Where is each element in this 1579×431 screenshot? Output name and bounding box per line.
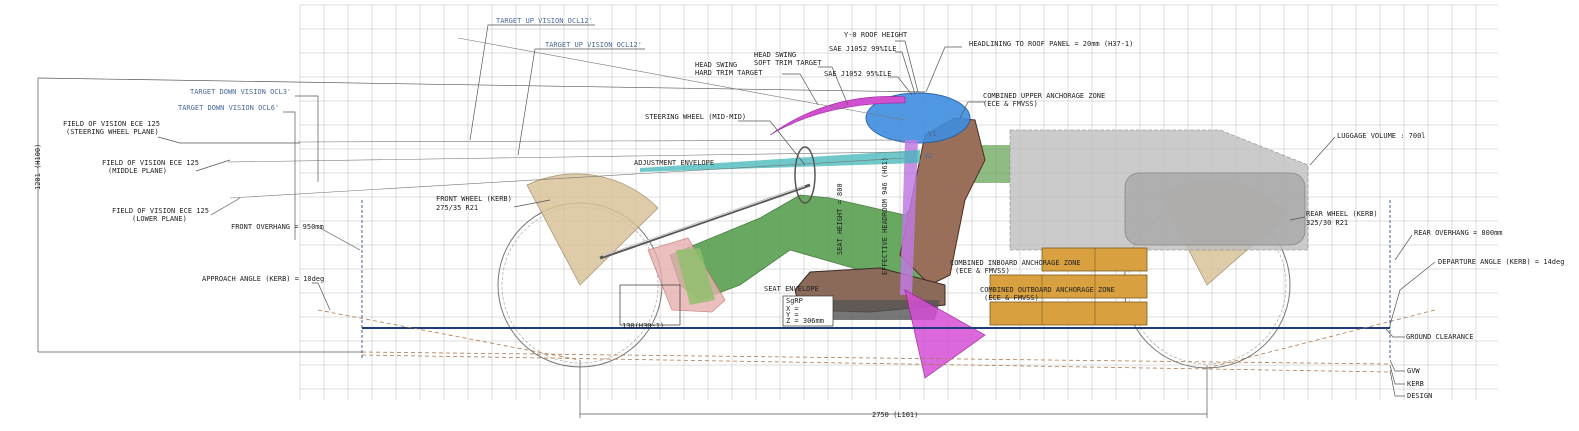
label-head-swing-hard-1: HEAD SWING	[695, 61, 737, 69]
label-front-wheel-1: FRONT WHEEL (KERB)	[436, 195, 512, 203]
label-ground-clearance: GROUND CLEARANCE	[1406, 333, 1473, 341]
vehicle-package-diagram: TARGET UP VISION OCL12' TARGET UP VISION…	[34, 4, 1564, 419]
label-outboard-anchorage-2: (ECE & FMVSS)	[984, 294, 1039, 302]
label-fov-steering-1: FIELD OF VISION ECE 125	[63, 120, 160, 128]
approach-angle-line	[317, 309, 581, 361]
label-design: DESIGN	[1407, 392, 1432, 400]
label-front-overhang: FRONT OVERHANG = 950mm	[231, 223, 324, 231]
label-seat-height: SEAT HEIGHT = 800	[836, 183, 844, 255]
label-vertical-dim: 1201 (H100)	[34, 144, 42, 190]
label-fov-middle-2: (MIDDLE PLANE)	[108, 167, 167, 175]
label-fov-lower-2: (LOWER PLANE)	[132, 215, 187, 223]
label-fov-middle-1: FIELD OF VISION ECE 125	[102, 159, 199, 167]
label-rear-wheel-2: 325/30 R21	[1306, 219, 1348, 227]
label-sae-95: SAE J1052 95%ILE	[824, 70, 891, 78]
steering-wheel	[794, 146, 816, 204]
label-front-wheel-2: 275/35 R21	[436, 204, 478, 212]
departure-angle-line	[1206, 309, 1436, 369]
label-fov-lower-1: FIELD OF VISION ECE 125	[112, 207, 209, 215]
label-headlining: HEADLINING TO ROOF PANEL = 20mm (H37-1)	[969, 40, 1133, 48]
label-target-up-12-a: TARGET UP VISION OCL12'	[496, 17, 593, 25]
label-effective-headroom: EFFECTIVE HEADROOM 946 (H61)	[881, 157, 889, 275]
label-sgrp: SgRP	[786, 297, 803, 305]
label-upper-anchorage-1: COMBINED UPPER ANCHORAGE ZONE	[983, 92, 1105, 100]
label-y0-roof: Y-0 ROOF HEIGHT	[844, 31, 908, 39]
front-wheel	[497, 173, 663, 368]
label-outboard-anchorage-1: COMBINED OUTBOARD ANCHORAGE ZONE	[980, 286, 1115, 294]
label-departure-angle: DEPARTURE ANGLE (KERB) = 14deg	[1438, 258, 1564, 266]
label-head-swing-hard-2: HARD TRIM TARGET	[695, 69, 763, 77]
label-seat-envelope: SEAT ENVELOPE	[764, 285, 819, 293]
label-target-down-6: TARGET DOWN VISION OCL6'	[178, 104, 279, 112]
package-drawing: TARGET UP VISION OCL12' TARGET UP VISION…	[0, 0, 1579, 427]
label-luggage: LUGGAGE VOLUME : 700l	[1337, 132, 1426, 140]
label-v2: V2	[924, 152, 932, 160]
label-dim-130: 130(H30-1)	[622, 322, 664, 330]
label-inboard-anchorage-2: (ECE & FMVSS)	[955, 267, 1010, 275]
label-adjustment-envelope: ADJUSTMENT ENVELOPE	[634, 159, 714, 167]
spare-tyre-well	[1124, 172, 1306, 246]
label-head-swing-soft-1: HEAD SWING	[754, 51, 796, 59]
label-steering-wheel: STEERING WHEEL (MID-MID)	[645, 113, 746, 121]
label-sgrp-z: Z = 306mm	[786, 317, 824, 325]
label-rear-overhang: REAR OVERHANG = 800mm	[1414, 229, 1503, 237]
label-gvw: GVW	[1407, 367, 1420, 375]
label-approach-angle: APPROACH ANGLE (KERB) = 10deg	[202, 275, 324, 283]
label-head-swing-soft-2: SOFT TRIM TARGET	[754, 59, 822, 67]
label-wheelbase: 2750 (L101)	[872, 411, 918, 419]
label-target-up-12-b: TARGET UP VISION OCL12'	[545, 41, 642, 49]
label-sae-99: SAE J1052 99%ILE	[829, 45, 896, 53]
label-target-down-3: TARGET DOWN VISION OCL3'	[190, 88, 291, 96]
label-inboard-anchorage-1: COMBINED INBOARD ANCHORAGE ZONE	[950, 259, 1081, 267]
label-fov-steering-2: (STEERING WHEEL PLANE)	[66, 128, 159, 136]
label-kerb: KERB	[1407, 380, 1424, 388]
label-v1: V1	[928, 130, 936, 138]
label-rear-wheel-1: REAR WHEEL (KERB)	[1306, 210, 1378, 218]
label-upper-anchorage-2: (ECE & FMVSS)	[983, 100, 1038, 108]
